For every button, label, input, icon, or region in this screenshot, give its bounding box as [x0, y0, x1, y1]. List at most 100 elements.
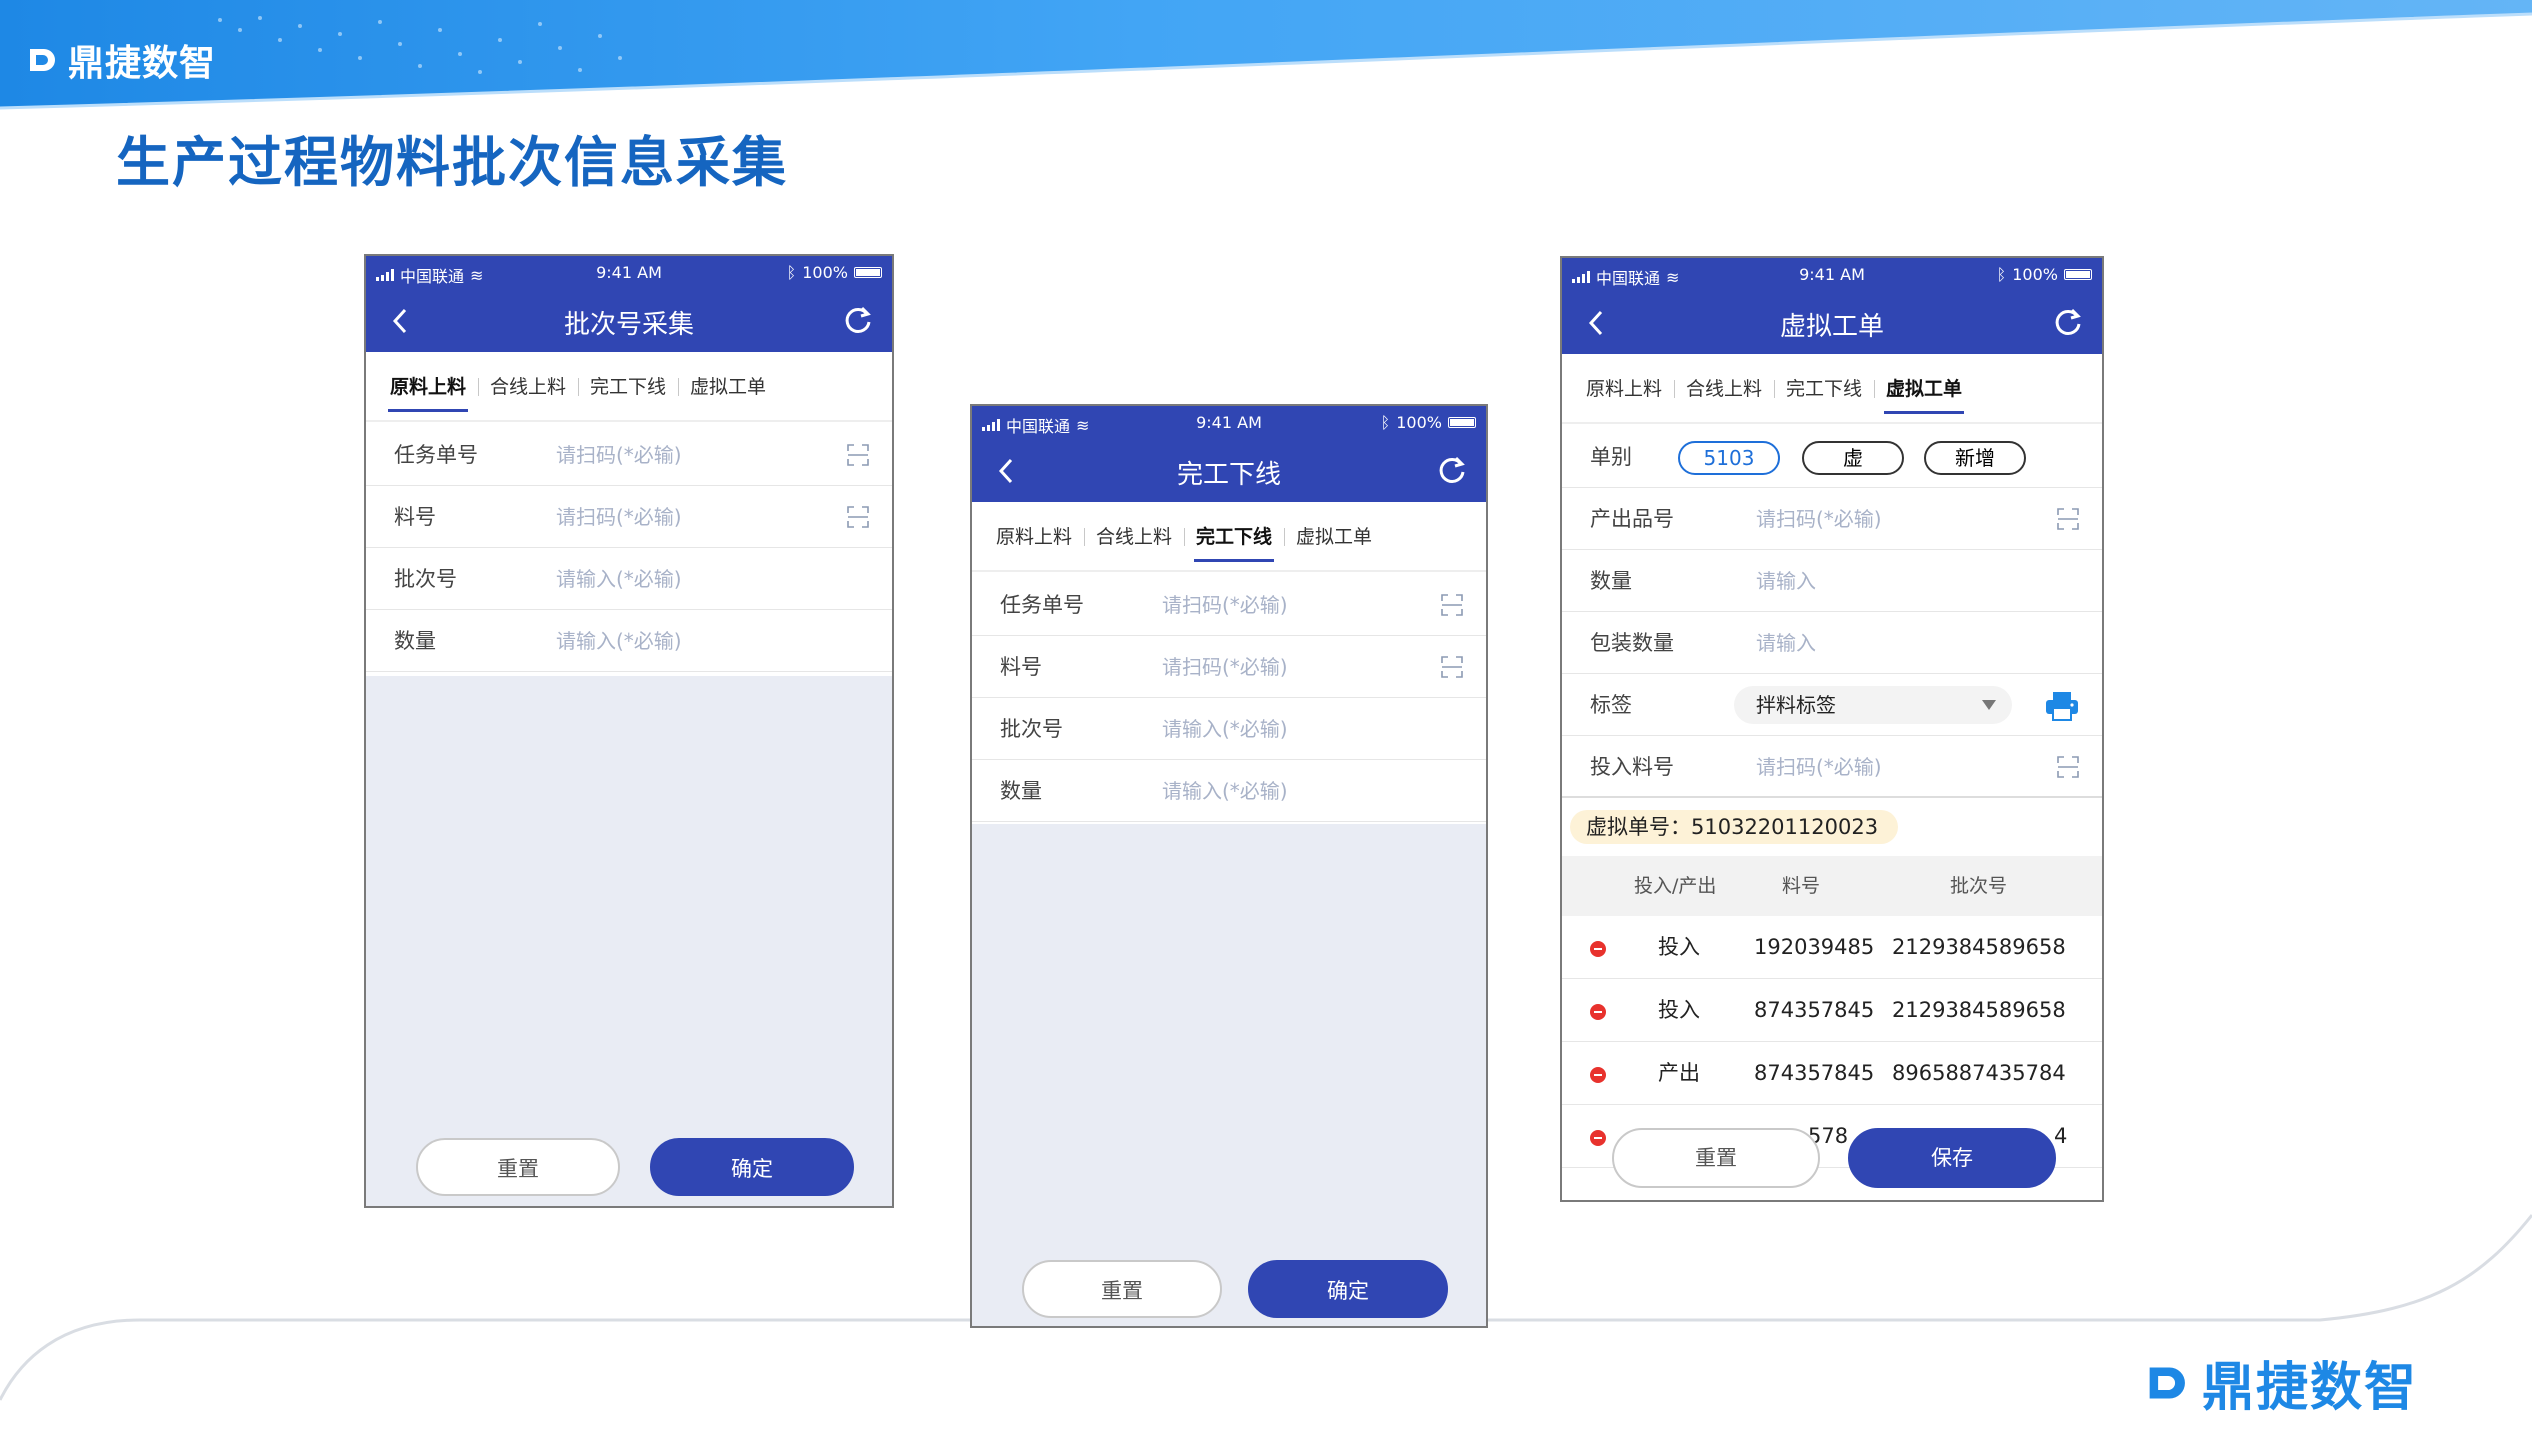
- virtual-chip[interactable]: 虚: [1802, 441, 1904, 475]
- field-order-type: 单别 5103 虚 新增: [1562, 426, 2102, 488]
- page-title: 虚拟工单: [1779, 312, 1884, 342]
- batch-number-input[interactable]: [1162, 710, 1402, 748]
- tag-select[interactable]: 拌料标签: [1734, 686, 2012, 724]
- nav-bar: 批次号采集: [366, 290, 892, 352]
- row-type: 投入: [1658, 935, 1700, 959]
- part-number-input[interactable]: [1162, 648, 1402, 686]
- tab-bar: 原料上料 合线上料 完工下线 虚拟工单: [972, 502, 1486, 572]
- delete-row-icon[interactable]: [1590, 1004, 1606, 1020]
- reset-button[interactable]: 重置: [1022, 1260, 1222, 1318]
- refresh-icon[interactable]: [2050, 304, 2086, 340]
- confirm-button[interactable]: 确定: [650, 1138, 854, 1196]
- add-new-chip[interactable]: 新增: [1924, 441, 2026, 475]
- content-background: [972, 824, 1486, 1326]
- task-number-input[interactable]: [1162, 586, 1402, 624]
- delete-row-icon[interactable]: [1590, 1067, 1606, 1083]
- field-quantity: 数量: [1562, 550, 2102, 612]
- confirm-button[interactable]: 确定: [1248, 1260, 1448, 1318]
- table-row: 投入 874357845 2129384589658: [1562, 979, 2102, 1042]
- scan-icon[interactable]: [846, 505, 870, 529]
- header-part: 料号: [1782, 875, 1821, 897]
- field-label: 数量: [394, 629, 436, 653]
- product-number-input[interactable]: [1756, 500, 1996, 538]
- slide-title: 生产过程物料批次信息采集: [116, 131, 788, 194]
- tab-combine-material[interactable]: 合线上料: [478, 352, 578, 422]
- scan-icon[interactable]: [846, 443, 870, 467]
- field-part-number: 料号: [366, 486, 892, 548]
- field-label: 包装数量: [1590, 631, 1674, 655]
- field-tag: 标签 拌料标签: [1562, 674, 2102, 736]
- field-task-number: 任务单号: [366, 424, 892, 486]
- nav-bar: 虚拟工单: [1562, 292, 2102, 354]
- field-label: 料号: [1000, 655, 1042, 679]
- delete-row-icon[interactable]: [1590, 941, 1606, 957]
- quantity-input[interactable]: [556, 622, 796, 660]
- tab-virtual-order[interactable]: 虚拟工单: [1874, 354, 1974, 424]
- field-label: 产出品号: [1590, 507, 1674, 531]
- field-quantity: 数量: [972, 760, 1486, 822]
- field-label: 数量: [1000, 779, 1042, 803]
- task-number-input[interactable]: [556, 436, 796, 474]
- scan-icon[interactable]: [1440, 655, 1464, 679]
- row-batch: 8965887435784: [1892, 1061, 2066, 1085]
- field-label: 任务单号: [394, 443, 478, 467]
- scan-icon[interactable]: [1440, 593, 1464, 617]
- field-package-quantity: 包装数量: [1562, 612, 2102, 674]
- printer-icon[interactable]: [2044, 690, 2080, 722]
- refresh-icon[interactable]: [840, 302, 876, 338]
- table-row: 投入 192039485 2129384589658: [1562, 916, 2102, 979]
- battery-icon: [1448, 417, 1476, 428]
- reset-button[interactable]: 重置: [1612, 1128, 1820, 1188]
- table-row: 产出 874357845 8965887435784: [1562, 1042, 2102, 1105]
- battery-percent: 100%: [1396, 413, 1442, 432]
- completion-form: 任务单号 料号 批次号 数量: [972, 574, 1486, 822]
- brand-logo-icon: [2149, 1366, 2185, 1399]
- header-batch: 批次号: [1950, 875, 2008, 897]
- tab-raw-material[interactable]: 原料上料: [378, 352, 478, 422]
- tab-combine-material[interactable]: 合线上料: [1674, 354, 1774, 424]
- batch-number-input[interactable]: [556, 560, 796, 598]
- tab-combine-material[interactable]: 合线上料: [1084, 502, 1184, 572]
- order-type-chip[interactable]: 5103: [1678, 441, 1780, 475]
- brand-name: 鼎捷数智: [68, 43, 217, 84]
- virtual-number-badge: 虚拟单号：51032201120023: [1570, 810, 1899, 844]
- tab-completion[interactable]: 完工下线: [1774, 354, 1874, 424]
- row-type: 投入: [1658, 998, 1700, 1022]
- tab-completion[interactable]: 完工下线: [578, 352, 678, 422]
- brand-logo-top: 鼎捷数智: [26, 34, 216, 86]
- tab-completion[interactable]: 完工下线: [1184, 502, 1284, 572]
- dropdown-arrow-icon: [1982, 700, 1996, 710]
- tab-raw-material[interactable]: 原料上料: [1574, 354, 1674, 424]
- tab-virtual-order[interactable]: 虚拟工单: [678, 352, 778, 422]
- quantity-input[interactable]: [1756, 562, 1996, 600]
- tag-select-value: 拌料标签: [1756, 693, 1836, 717]
- content-background: [366, 676, 892, 1206]
- package-quantity-input[interactable]: [1756, 624, 1996, 662]
- brand-logo-icon: [30, 49, 55, 71]
- tab-raw-material[interactable]: 原料上料: [984, 502, 1084, 572]
- input-part-input[interactable]: [1756, 748, 1996, 786]
- part-number-input[interactable]: [556, 498, 796, 536]
- battery-icon: [854, 267, 882, 278]
- save-button[interactable]: 保存: [1848, 1128, 2056, 1188]
- row-part: 874357845: [1754, 1061, 1875, 1085]
- reset-button[interactable]: 重置: [416, 1138, 620, 1196]
- table-header: 投入/产出 料号 批次号: [1562, 856, 2102, 916]
- refresh-icon[interactable]: [1434, 452, 1470, 488]
- virtual-order-form: 单别 5103 虚 新增 产出品号 数量 包装数量 标签 拌料标签: [1562, 426, 2102, 798]
- status-bar: 中国联通 ≋ 9:41 AM ᛒ 100%: [366, 256, 892, 290]
- field-label: 投入料号: [1590, 755, 1674, 779]
- field-label: 数量: [1590, 569, 1632, 593]
- tab-virtual-order[interactable]: 虚拟工单: [1284, 502, 1384, 572]
- quantity-input[interactable]: [1162, 772, 1402, 810]
- delete-row-icon[interactable]: [1590, 1130, 1606, 1146]
- field-label: 料号: [394, 505, 436, 529]
- page-title: 批次号采集: [563, 310, 694, 340]
- field-label: 批次号: [1000, 717, 1063, 741]
- field-label: 任务单号: [1000, 593, 1084, 617]
- field-task-number: 任务单号: [972, 574, 1486, 636]
- tab-bar: 原料上料 合线上料 完工下线 虚拟工单: [1562, 354, 2102, 424]
- field-product-number: 产出品号: [1562, 488, 2102, 550]
- scan-icon[interactable]: [2056, 755, 2080, 779]
- scan-icon[interactable]: [2056, 507, 2080, 531]
